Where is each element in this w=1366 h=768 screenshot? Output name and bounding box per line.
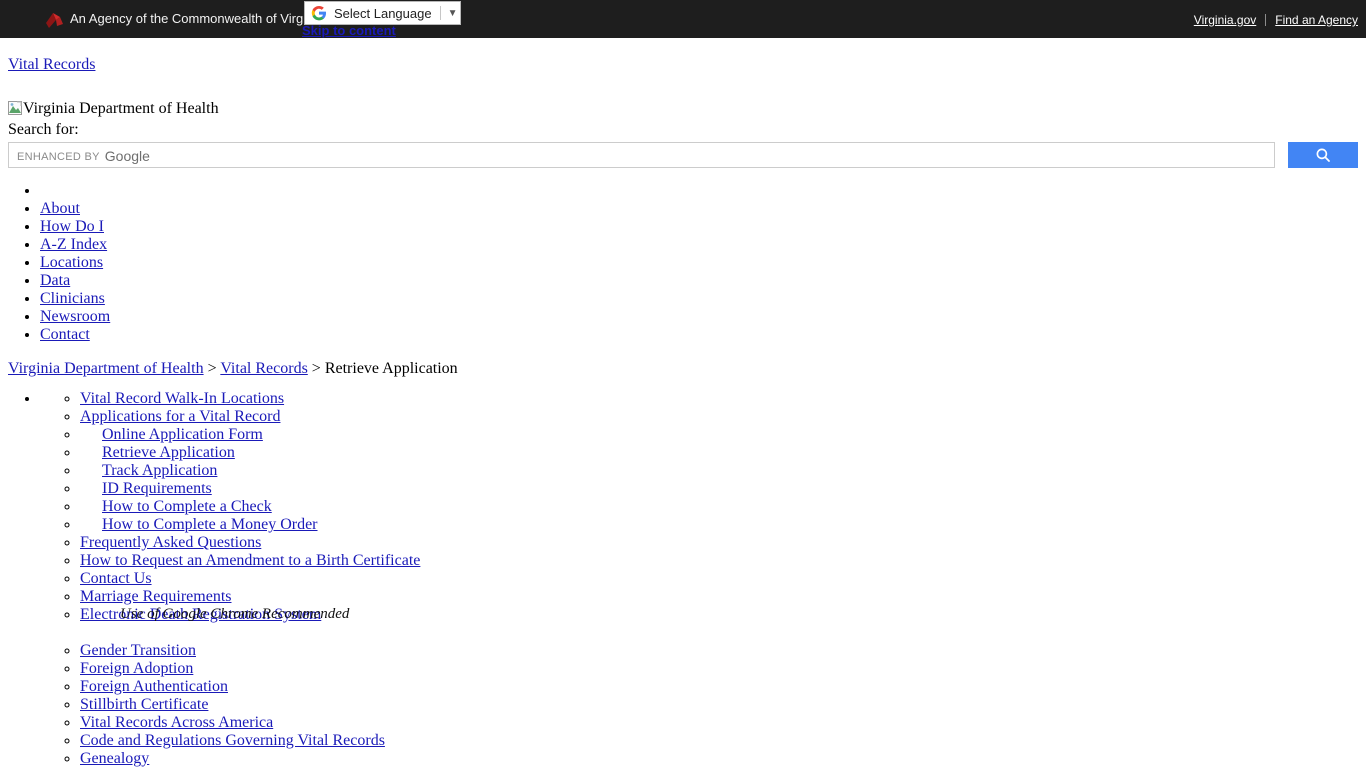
nav-link-about[interactable]: About xyxy=(40,200,80,217)
list-item[interactable]: ID Requirements xyxy=(80,480,1366,498)
side-nav-link-foreign-authentication[interactable]: Foreign Authentication xyxy=(80,678,228,695)
main-navigation: About How Do I A-Z Index Locations Data … xyxy=(0,182,1366,344)
side-nav-link-complete-a-check[interactable]: How to Complete a Check xyxy=(102,498,272,515)
list-item[interactable]: Gender Transition xyxy=(80,642,1366,660)
nav-item-contact[interactable]: Contact xyxy=(40,326,1366,344)
agency-bar: An Agency of the Commonwealth of Virgini… xyxy=(0,0,1366,38)
side-nav-link-marriage-requirements[interactable]: Marriage Requirements xyxy=(80,588,232,605)
select-language-label: Select Language xyxy=(334,5,432,21)
list-item[interactable]: Code and Regulations Governing Vital Rec… xyxy=(80,732,1366,750)
list-item[interactable]: How to Complete a Money Order xyxy=(80,516,1366,534)
side-nav-link-contact-us[interactable]: Contact Us xyxy=(80,570,152,587)
google-g-icon xyxy=(311,5,327,21)
agency-bar-text: An Agency of the Commonwealth of Virgini… xyxy=(70,11,324,26)
search-input[interactable] xyxy=(8,142,1275,168)
side-nav-link-track-application[interactable]: Track Application xyxy=(102,462,217,479)
list-item[interactable]: Foreign Adoption xyxy=(80,660,1366,678)
nav-link-a-z-index[interactable]: A-Z Index xyxy=(40,236,107,253)
list-item[interactable]: Stillbirth Certificate xyxy=(80,696,1366,714)
list-item[interactable]: Vital Record Walk-In Locations xyxy=(80,390,1366,408)
site-brand: Virginia Department of Health xyxy=(8,100,1366,118)
broken-image-icon xyxy=(8,101,22,115)
nav-item-clinicians[interactable]: Clinicians xyxy=(40,290,1366,308)
side-navigation: Vital Record Walk-In Locations Applicati… xyxy=(0,390,1366,768)
list-spacer xyxy=(80,624,1366,642)
breadcrumb-separator-2: > xyxy=(311,360,321,377)
side-nav-link-walk-in-locations[interactable]: Vital Record Walk-In Locations xyxy=(80,390,284,407)
nav-link-locations[interactable]: Locations xyxy=(40,254,103,271)
nav-link-data[interactable]: Data xyxy=(40,272,70,289)
find-an-agency-link[interactable]: Find an Agency xyxy=(1275,13,1358,27)
breadcrumb: Virginia Department of Health > Vital Re… xyxy=(8,360,1366,378)
search-row: ENHANCED BY Google xyxy=(0,142,1366,170)
side-nav-link-faq[interactable]: Frequently Asked Questions xyxy=(80,534,261,551)
list-item[interactable]: Contact Us xyxy=(80,570,1366,588)
list-item[interactable]: Applications for a Vital Record xyxy=(80,408,1366,426)
nav-link-clinicians[interactable]: Clinicians xyxy=(40,290,105,307)
search-label: Search for: xyxy=(8,121,79,138)
translate-divider xyxy=(439,6,441,20)
nav-link-newsroom[interactable]: Newsroom xyxy=(40,308,110,325)
list-item[interactable]: Track Application xyxy=(80,462,1366,480)
nav-item-data[interactable]: Data xyxy=(40,272,1366,290)
virginia-gov-logo-icon xyxy=(44,9,66,31)
list-item[interactable]: Frequently Asked Questions xyxy=(80,534,1366,552)
nav-item-about[interactable]: About xyxy=(40,200,1366,218)
list-item[interactable]: Vital Records Across America xyxy=(80,714,1366,732)
side-nav-link-vital-records-across-america[interactable]: Vital Records Across America xyxy=(80,714,273,731)
nav-item-how-do-i[interactable]: How Do I xyxy=(40,218,1366,236)
list-item[interactable]: Online Application Form xyxy=(80,426,1366,444)
nav-link-contact[interactable]: Contact xyxy=(40,326,90,343)
page-body: Vital Records Virginia Department of Hea… xyxy=(0,38,1366,768)
breadcrumb-separator-1: > xyxy=(207,360,217,377)
side-nav-link-gender-transition[interactable]: Gender Transition xyxy=(80,642,196,659)
side-nav-link-retrieve-application[interactable]: Retrieve Application xyxy=(102,444,235,461)
list-item[interactable]: Foreign Authentication xyxy=(80,678,1366,696)
skip-to-content-link[interactable]: Skip to content xyxy=(302,23,396,38)
list-item[interactable]: How to Request an Amendment to a Birth C… xyxy=(80,552,1366,570)
agency-bar-links: Virginia.gov Find an Agency xyxy=(1194,13,1358,27)
side-nav-link-online-application-form[interactable]: Online Application Form xyxy=(102,426,263,443)
search-icon xyxy=(1288,146,1358,164)
side-nav-link-complete-a-money-order[interactable]: How to Complete a Money Order xyxy=(102,516,318,533)
google-translate-widget[interactable]: Select Language ▼ xyxy=(304,1,461,25)
side-nav-link-stillbirth-certificate[interactable]: Stillbirth Certificate xyxy=(80,696,208,713)
breadcrumb-home-link[interactable]: Virginia Department of Health xyxy=(8,360,204,377)
list-item[interactable]: How to Complete a Check xyxy=(80,498,1366,516)
bar-divider xyxy=(1265,14,1267,26)
side-nav-link-genealogy[interactable]: Genealogy xyxy=(80,750,149,767)
breadcrumb-current: Retrieve Application xyxy=(324,360,458,377)
nav-link-how-do-i[interactable]: How Do I xyxy=(40,218,104,235)
list-item[interactable]: Retrieve Application xyxy=(80,444,1366,462)
search-button[interactable] xyxy=(1288,142,1358,168)
nav-item-locations[interactable]: Locations xyxy=(40,254,1366,272)
chrome-recommended-note: Use of Google Chrome Recommended xyxy=(120,606,350,622)
side-nav-link-applications[interactable]: Applications for a Vital Record xyxy=(80,408,280,425)
site-brand-alt-text: Virginia Department of Health xyxy=(23,100,219,117)
side-navigation-list: Vital Record Walk-In Locations Applicati… xyxy=(40,390,1366,768)
side-nav-link-code-and-regulations[interactable]: Code and Regulations Governing Vital Rec… xyxy=(80,732,385,749)
side-nav-link-id-requirements[interactable]: ID Requirements xyxy=(102,480,212,497)
nav-item-newsroom[interactable]: Newsroom xyxy=(40,308,1366,326)
side-nav-link-foreign-adoption[interactable]: Foreign Adoption xyxy=(80,660,193,677)
vital-records-link[interactable]: Vital Records xyxy=(8,56,1366,74)
side-nav-link-birth-certificate-amendment[interactable]: How to Request an Amendment to a Birth C… xyxy=(80,552,420,569)
nav-item-empty xyxy=(40,182,1366,200)
list-item[interactable]: Marriage Requirements xyxy=(80,588,1366,606)
chevron-down-icon[interactable]: ▼ xyxy=(448,8,458,19)
virginia-gov-link[interactable]: Virginia.gov xyxy=(1194,13,1256,27)
list-item[interactable]: Genealogy xyxy=(80,750,1366,768)
breadcrumb-section-link[interactable]: Vital Records xyxy=(220,360,307,377)
side-nav-group: Vital Record Walk-In Locations Applicati… xyxy=(40,390,1366,768)
nav-item-a-z-index[interactable]: A-Z Index xyxy=(40,236,1366,254)
